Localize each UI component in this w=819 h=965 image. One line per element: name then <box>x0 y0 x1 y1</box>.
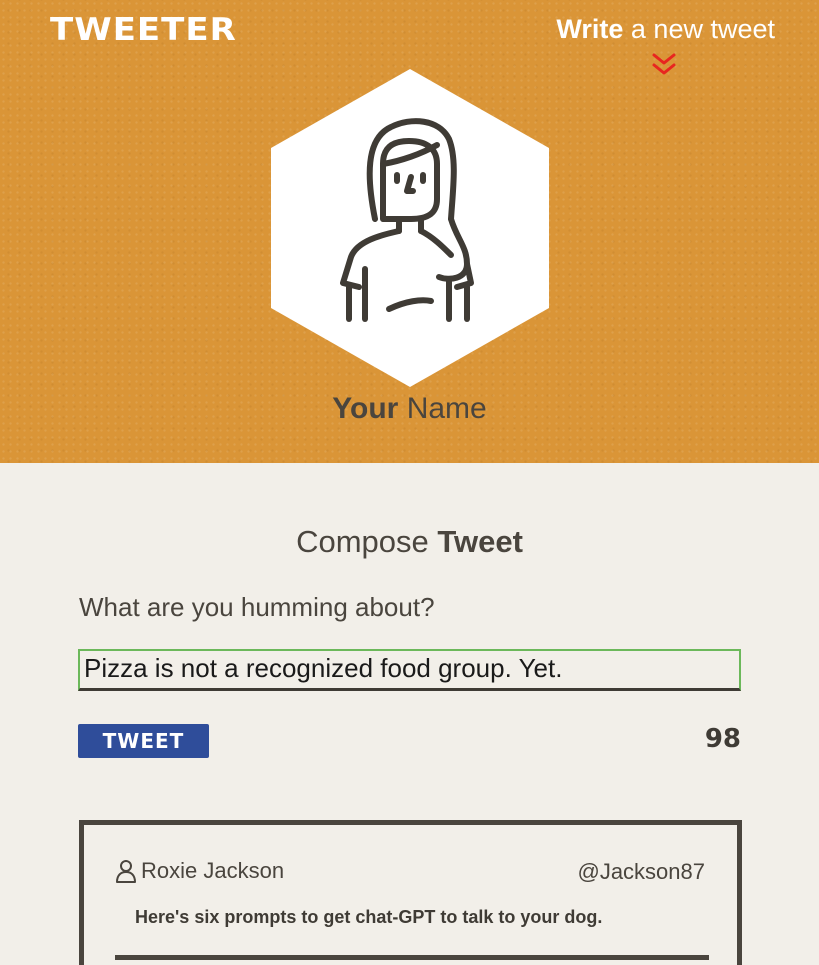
compose-title: Compose Tweet <box>0 524 819 560</box>
tweet-content: Here's six prompts to get chat-GPT to ta… <box>135 907 603 927</box>
tweet-author: Roxie Jackson <box>115 858 284 884</box>
user-icon <box>116 860 136 883</box>
page: TWEETER Write a new tweet Your Name Comp… <box>0 0 819 965</box>
profile-name-bold: Your <box>332 392 399 425</box>
profile-header: TWEETER Write a new tweet Your Name <box>0 0 819 463</box>
tweet-footer-divider <box>115 955 709 960</box>
tweet-textarea[interactable] <box>78 649 741 691</box>
write-link-rest: a new tweet <box>630 14 775 44</box>
tweet-author-name: Roxie Jackson <box>141 858 285 883</box>
app-logo[interactable]: TWEETER <box>50 12 237 49</box>
write-link-bold: Write <box>556 14 624 44</box>
character-counter: 98 <box>704 724 741 754</box>
profile-name: Your Name <box>0 392 819 426</box>
double-chevron-down-icon[interactable] <box>650 52 678 78</box>
tweet-author-handle: @Jackson87 <box>577 859 705 884</box>
profile-name-rest: Name <box>406 392 487 425</box>
tweet-submit-button[interactable]: TWEET <box>78 724 209 758</box>
compose-title-light: Compose <box>296 524 429 559</box>
compose-title-bold: Tweet <box>437 524 523 559</box>
compose-prompt-label: What are you humming about? <box>79 592 435 622</box>
tweet-card: Roxie Jackson @Jackson87 Here's six prom… <box>79 820 742 965</box>
woman-avatar-icon <box>271 69 549 387</box>
write-new-tweet-link[interactable]: Write a new tweet <box>556 14 775 45</box>
